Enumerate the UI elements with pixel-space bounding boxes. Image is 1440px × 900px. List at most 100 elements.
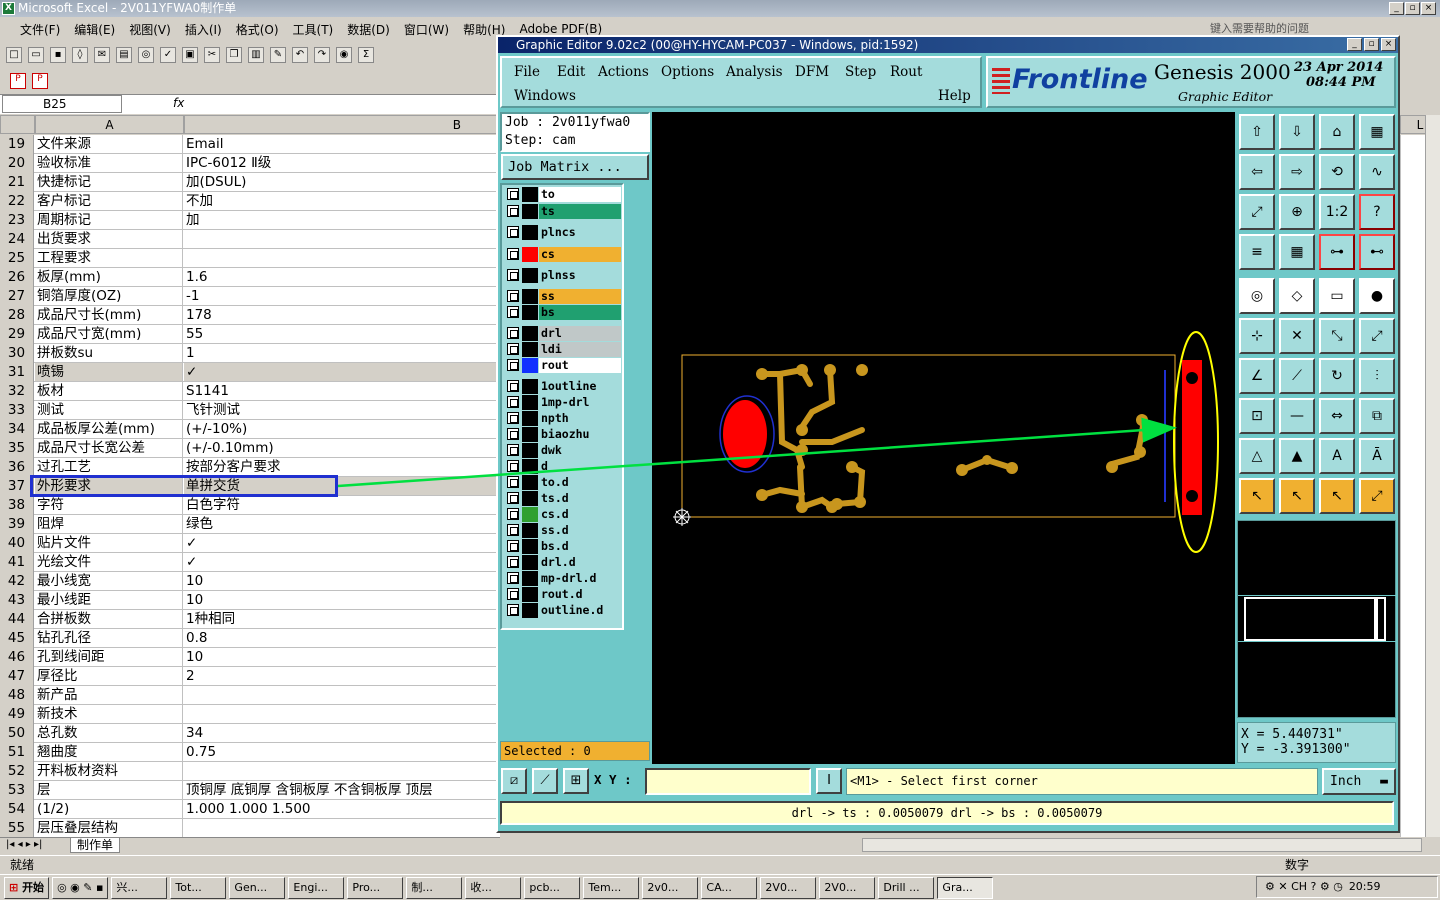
cut-icon[interactable]: ✂ [204, 47, 220, 63]
column-header-a[interactable]: A [35, 115, 184, 134]
cell-a[interactable]: 层 [35, 781, 183, 799]
layer-checkbox[interactable] [507, 492, 519, 504]
xy-input[interactable] [645, 768, 811, 795]
maximize-button[interactable]: ▫ [1405, 2, 1420, 15]
cell-b[interactable]: 加(DSUL) [184, 173, 500, 191]
duplicate-icon[interactable]: ⧉ [1359, 398, 1395, 434]
help-prompt[interactable]: 键入需要帮助的问题 [1210, 20, 1309, 36]
layer-checkbox[interactable] [507, 327, 519, 339]
row-header[interactable]: 19 [0, 135, 34, 154]
cell-a[interactable]: 孔到线间距 [35, 648, 183, 666]
layer-ldi[interactable]: ldi [506, 342, 621, 357]
sheet-nav-icons[interactable]: |◂ ◂ ▸ ▸| [6, 838, 42, 852]
cell-a[interactable]: 成品尺寸长(mm) [35, 306, 183, 324]
cell-b[interactable]: 1.000 1.000 1.500 [184, 800, 500, 818]
copy-icon[interactable]: ⊡ [1239, 398, 1275, 434]
genesis-menu-item[interactable]: Rout [890, 64, 922, 80]
taskbar-item[interactable]: pcb... [524, 876, 581, 899]
pdf-icon[interactable]: P [10, 73, 26, 89]
cell-a[interactable]: 测试 [35, 401, 183, 419]
cell-a[interactable]: 层压叠层结构 [35, 819, 183, 837]
layer-dwk[interactable]: dwk [506, 443, 621, 458]
genesis-minimize-button[interactable]: _ [1347, 38, 1362, 51]
genesis-menu-item[interactable]: File [514, 64, 540, 80]
taskbar-item[interactable]: Pro... [347, 876, 404, 899]
move-left-icon[interactable]: ⇦ [1239, 154, 1275, 190]
cell-b[interactable]: ✓ [184, 363, 500, 381]
print-icon[interactable]: ▤ [116, 47, 132, 63]
excel-menu-item[interactable]: 窗口(W) [404, 21, 449, 38]
text-edit-icon[interactable]: Ā [1359, 438, 1395, 474]
layer-rout[interactable]: rout [506, 358, 621, 373]
cell-b[interactable]: (+/-0.10mm) [184, 439, 500, 457]
help-icon[interactable]: ? [1359, 194, 1395, 230]
quicklaunch[interactable]: ◎ ◉ ✎ ▪ [52, 876, 109, 899]
ruler-icon[interactable]: ▭ [1319, 278, 1355, 314]
row-header[interactable]: 54 [0, 800, 34, 819]
home-icon[interactable]: ⌂ [1319, 114, 1355, 150]
layer-ss[interactable]: ss [506, 289, 621, 304]
settings-icon[interactable]: ≡ [1239, 234, 1275, 270]
start-button[interactable]: ⊞ 开始 [4, 876, 50, 899]
layer-bs[interactable]: bs [506, 305, 621, 320]
row-header[interactable]: 44 [0, 610, 34, 629]
cell-a[interactable]: 喷锡 [35, 363, 183, 381]
autosum-icon[interactable]: Σ [358, 47, 374, 63]
row-header[interactable]: 25 [0, 249, 34, 268]
taskbar-item[interactable]: Engi... [288, 876, 345, 899]
cell-a[interactable]: 最小线宽 [35, 572, 183, 590]
row-header[interactable]: 26 [0, 268, 34, 287]
cell-a[interactable]: 板厚(mm) [35, 268, 183, 286]
layer-checkbox[interactable] [507, 444, 519, 456]
layer-cs[interactable]: cs [506, 247, 621, 262]
format-painter-icon[interactable]: ✎ [270, 47, 286, 63]
row-header[interactable]: 37 [0, 477, 34, 496]
cell-b[interactable] [184, 686, 500, 704]
row-header[interactable]: 21 [0, 173, 34, 192]
save-icon[interactable]: ▪ [50, 47, 66, 63]
row-header[interactable]: 34 [0, 420, 34, 439]
email-icon[interactable]: ✉ [94, 47, 110, 63]
layer-checkbox[interactable] [507, 588, 519, 600]
layer-1outline[interactable]: 1outline [506, 379, 621, 394]
layer-checkbox[interactable] [507, 226, 519, 238]
cell-b[interactable]: IPC-6012 Ⅱ级 [184, 154, 500, 172]
zoom-icon[interactable]: ⊕ [1279, 194, 1315, 230]
genesis-maximize-button[interactable]: ▫ [1364, 38, 1379, 51]
taskbar-item[interactable]: 兴... [111, 876, 168, 899]
cell-b[interactable]: 10 [184, 648, 500, 666]
row-header[interactable]: 32 [0, 382, 34, 401]
column-header-b[interactable]: B [184, 115, 500, 134]
cell-b[interactable] [184, 249, 500, 267]
excel-menu-item[interactable]: 数据(D) [347, 21, 390, 38]
select-all[interactable] [0, 115, 35, 134]
grid-icon[interactable]: ▦ [1279, 234, 1315, 270]
cell-a[interactable]: 周期标记 [35, 211, 183, 229]
cell-b[interactable]: 178 [184, 306, 500, 324]
cell-b[interactable]: (+/-10%) [184, 420, 500, 438]
layer-plnss[interactable]: plnss [506, 268, 621, 283]
line-width-icon[interactable]: — [1279, 398, 1315, 434]
cell-a[interactable]: 总孔数 [35, 724, 183, 742]
cell-b[interactable]: 1.6 [184, 268, 500, 286]
cell-b[interactable] [184, 819, 500, 837]
cell-a[interactable]: 快捷标记 [35, 173, 183, 191]
horizontal-scrollbar[interactable] [862, 838, 1422, 852]
row-header[interactable]: 22 [0, 192, 34, 211]
zoom-area-button[interactable]: ⧄ [501, 768, 527, 794]
cell-b[interactable]: 2 [184, 667, 500, 685]
pointer-icon[interactable]: ↖ [1239, 478, 1275, 514]
taskbar-item[interactable]: 收... [465, 876, 522, 899]
cell-b[interactable]: Email [184, 135, 500, 153]
rotate-icon[interactable]: ↻ [1319, 358, 1355, 394]
layer-checkbox[interactable] [507, 343, 519, 355]
row-header[interactable]: 40 [0, 534, 34, 553]
cell-a[interactable]: 出货要求 [35, 230, 183, 248]
row-header[interactable]: 38 [0, 496, 34, 515]
row-header[interactable]: 35 [0, 439, 34, 458]
genesis-menu-item[interactable]: DFM [795, 64, 829, 80]
layer-checkbox[interactable] [507, 306, 519, 318]
row-header[interactable]: 52 [0, 762, 34, 781]
net-icon[interactable]: ⊷ [1359, 234, 1395, 270]
layer-rout-d[interactable]: rout.d [506, 587, 621, 602]
